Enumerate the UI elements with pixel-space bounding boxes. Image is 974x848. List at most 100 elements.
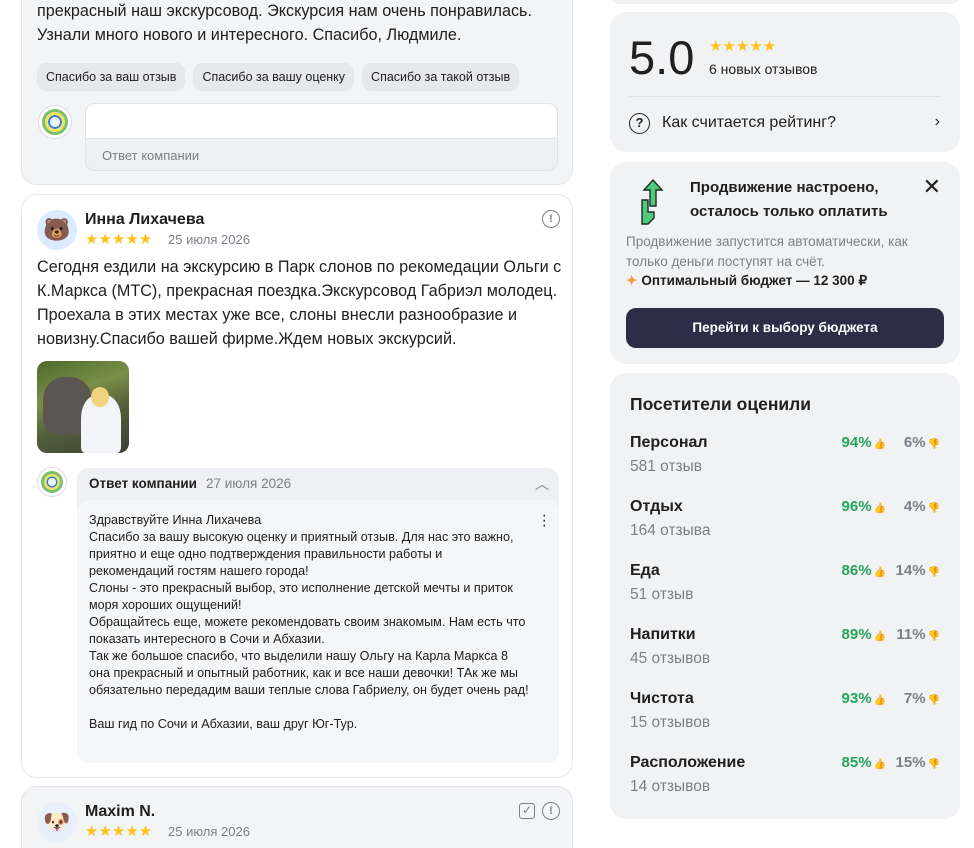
company-reply-input[interactable] (86, 104, 557, 139)
aspect-review-count: 14 отзывов (630, 778, 711, 795)
aspect-positive-value: 94% (841, 434, 872, 451)
aspect-negative: 14% 👎 (896, 562, 940, 579)
company-answer-title: Ответ компании (89, 476, 197, 491)
previous-review-text-line: Узнали много нового и интересного. Спаси… (37, 26, 462, 44)
rating-stars: ★★★★★ (709, 38, 777, 55)
company-answer-body: Здравствуйте Инна Лихачева Спасибо за ва… (77, 500, 559, 763)
aspect-review-count: 15 отзывов (630, 714, 711, 731)
reviewer-name[interactable]: Maxim N. (85, 803, 155, 821)
photo-person-head (91, 387, 109, 407)
review-text: Сегодня ездили на экскурсию в Парк слоно… (37, 258, 562, 348)
close-icon[interactable]: ✕ (923, 176, 941, 198)
review-date: 25 июля 2026 (168, 824, 250, 839)
thumbs-down-icon: 👎 (927, 695, 940, 706)
rating-review-count: 6 новых отзывов (709, 61, 818, 77)
quick-reply-chip[interactable]: Спасибо за такой отзыв (362, 63, 520, 91)
aspect-review-count: 164 отзыва (630, 522, 711, 539)
aspect-row[interactable]: Расположение 14 отзывов 85% 👍 15% 👎 (630, 754, 940, 802)
how-rating-calculated-link[interactable]: ? Как считается рейтинг? › (629, 112, 940, 136)
visitors-rated-title: Посетители оценили (630, 394, 812, 414)
previous-review-text-line: прекрасный наш экскурсовод. Экскурсия на… (37, 2, 532, 20)
aspect-name: Отдых (630, 498, 683, 515)
chevron-right-icon: › (934, 113, 940, 130)
reviewer-name[interactable]: Инна Лихачева (85, 211, 204, 229)
sparkle-icon: ✦ (626, 273, 638, 288)
thumbs-up-icon: 👍 (873, 503, 886, 514)
company-reply-label: Ответ компании (102, 148, 200, 163)
aspect-row[interactable]: Чистота 15 отзывов 93% 👍 7% 👎 (630, 690, 940, 738)
divider (629, 96, 940, 97)
aspect-negative: 6% 👎 (904, 434, 940, 451)
more-options-icon[interactable]: · · · (542, 508, 547, 534)
aspect-negative-value: 4% (903, 498, 926, 515)
thumbs-up-icon: 👍 (873, 567, 886, 578)
rating-score: 5.0 (629, 31, 695, 84)
reviewer-avatar[interactable]: 🐻 (37, 210, 77, 250)
reviewer-avatar[interactable]: 🐶 (37, 802, 77, 842)
review-card: 🐻 Инна Лихачева ★★★★★ 25 июля 2026 ! Сег… (21, 194, 573, 778)
question-icon: ? (629, 113, 650, 134)
quick-reply-chip[interactable]: Спасибо за ваш отзыв (37, 63, 186, 91)
thumbs-up-icon: 👍 (873, 439, 886, 450)
company-answer-header[interactable]: Ответ компании 27 июля 2026 ︿ (77, 468, 559, 500)
aspect-negative: 11% 👎 (896, 626, 940, 643)
quick-reply-chip[interactable]: Спасибо за вашу оценку (193, 63, 355, 91)
thumbs-down-icon: 👎 (927, 631, 940, 642)
aspect-name: Расположение (630, 754, 746, 771)
choose-budget-button[interactable]: Перейти к выбору бюджета (626, 308, 944, 348)
company-answer-date: 27 июля 2026 (206, 476, 292, 491)
promotion-title: Продвижение настроено, осталось только о… (690, 179, 888, 220)
how-rating-label: Как считается рейтинг? (662, 114, 836, 131)
report-icon[interactable]: ! (542, 802, 560, 820)
promotion-budget: ✦ Оптимальный бюджет — 12 300 ₽ (626, 273, 867, 289)
thumbs-up-icon: 👍 (873, 631, 886, 642)
thumbs-down-icon: 👎 (927, 503, 940, 514)
aspect-row[interactable]: Персонал 581 отзыв 94% 👍 6% 👎 (630, 434, 940, 482)
company-logo (37, 467, 67, 497)
aspect-positive-value: 89% (841, 626, 872, 643)
thumbs-down-icon: 👎 (927, 567, 940, 578)
previous-review-card: прекрасный наш экскурсовод. Экскурсия на… (21, 0, 573, 185)
rating-panel: 5.0 ★★★★★ 6 новых отзывов ? Как считаетс… (610, 12, 960, 152)
aspect-positive: 96% 👍 (842, 498, 886, 515)
aspect-review-count: 45 отзывов (630, 650, 711, 667)
review-date: 25 июля 2026 (168, 232, 250, 247)
aspect-positive: 85% 👍 (842, 754, 886, 771)
thumbs-up-icon: 👍 (873, 695, 886, 706)
promotion-description: Продвижение запустится автоматически, ка… (626, 234, 908, 269)
visitors-rated-panel: Посетители оценили Персонал 581 отзыв 94… (610, 373, 960, 819)
aspect-negative-value: 15% (895, 754, 926, 771)
aspect-positive-value: 85% (841, 754, 872, 771)
thumbs-down-icon: 👎 (927, 439, 940, 450)
aspect-negative: 15% 👎 (896, 754, 940, 771)
thumbs-down-icon: 👎 (927, 759, 940, 770)
aspect-positive: 93% 👍 (842, 690, 886, 707)
aspect-negative: 4% 👎 (904, 498, 940, 515)
aspect-name: Еда (630, 562, 660, 579)
promotion-budget-text: Оптимальный бюджет — 12 300 ₽ (641, 273, 868, 288)
edit-check-icon[interactable]: ✓ (519, 803, 535, 819)
company-logo (38, 105, 72, 139)
promotion-panel: Продвижение настроено, осталось только о… (610, 162, 960, 364)
aspect-positive-value: 93% (841, 690, 872, 707)
aspect-name: Чистота (630, 690, 694, 707)
aspect-negative-value: 6% (903, 434, 926, 451)
review-stars: ★★★★★ (85, 231, 153, 248)
chevron-up-icon[interactable]: ︿ (535, 474, 549, 494)
company-answer: Ответ компании 27 июля 2026 ︿ Здравствуй… (77, 468, 559, 763)
aspect-negative: 7% 👎 (904, 690, 940, 707)
aspect-negative-value: 7% (903, 690, 926, 707)
aspect-review-count: 51 отзыв (630, 586, 694, 603)
company-reply-box: Ответ компании (85, 103, 558, 171)
page: прекрасный наш экскурсовод. Экскурсия на… (0, 0, 974, 848)
aspect-name: Персонал (630, 434, 708, 451)
thumbs-up-icon: 👍 (873, 759, 886, 770)
quick-reply-chips: Спасибо за ваш отзыв Спасибо за вашу оце… (37, 63, 520, 91)
previous-review-text: прекрасный наш экскурсовод. Экскурсия на… (37, 0, 557, 47)
aspect-positive: 86% 👍 (842, 562, 886, 579)
aspect-row[interactable]: Напитки 45 отзывов 89% 👍 11% 👎 (630, 626, 940, 674)
review-photo[interactable] (37, 361, 129, 453)
aspect-row[interactable]: Отдых 164 отзыва 96% 👍 4% 👎 (630, 498, 940, 546)
report-icon[interactable]: ! (542, 210, 560, 228)
aspect-row[interactable]: Еда 51 отзыв 86% 👍 14% 👎 (630, 562, 940, 610)
